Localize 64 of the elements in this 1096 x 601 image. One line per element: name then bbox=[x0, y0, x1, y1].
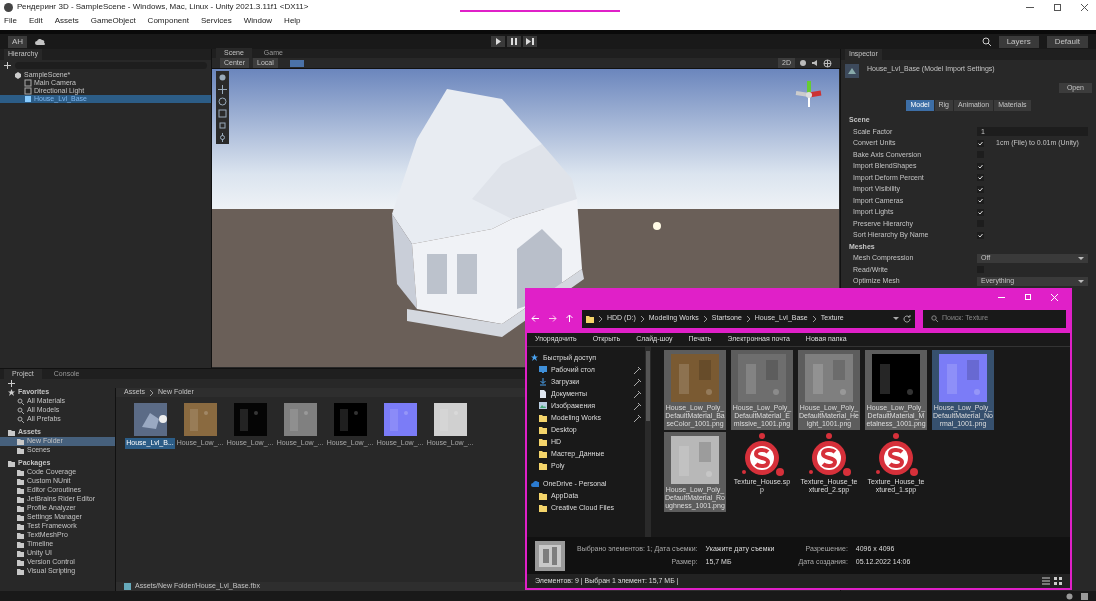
back-icon[interactable] bbox=[531, 314, 540, 323]
search-icon bbox=[17, 398, 24, 405]
cloud-icon[interactable] bbox=[35, 38, 47, 45]
image-icon bbox=[539, 402, 547, 410]
add-icon[interactable] bbox=[4, 61, 11, 69]
chevron-icon bbox=[639, 315, 645, 322]
rect-tool-icon[interactable] bbox=[218, 121, 227, 130]
chevron-icon bbox=[149, 389, 154, 396]
menu-item[interactable]: Help bbox=[284, 15, 301, 27]
menu-item[interactable]: Assets bbox=[54, 15, 79, 27]
checkbox[interactable] bbox=[977, 197, 984, 205]
checkbox[interactable] bbox=[977, 231, 984, 239]
chevron-icon bbox=[598, 315, 603, 322]
search-icon bbox=[17, 407, 24, 414]
window-title: Рендеринг 3D - SampleScene - Windows, Mac, Linux - Unity 2021.3.11f1 <DX11> bbox=[17, 1, 309, 13]
minimize-icon[interactable] bbox=[1026, 6, 1034, 8]
scrollbar-thumb[interactable] bbox=[646, 351, 650, 421]
menu-item[interactable]: Window bbox=[243, 15, 273, 27]
transform-tool-icon[interactable] bbox=[218, 133, 227, 142]
menu-item[interactable]: Edit bbox=[28, 15, 43, 27]
search-icon[interactable] bbox=[981, 37, 991, 46]
menu-item[interactable]: File bbox=[4, 15, 17, 27]
checkbox[interactable] bbox=[977, 174, 984, 182]
checkbox[interactable] bbox=[977, 208, 984, 216]
tiles-view-icon[interactable] bbox=[1054, 577, 1062, 585]
caret-icon bbox=[1078, 256, 1084, 260]
chevron-icon bbox=[702, 315, 708, 322]
caret-icon bbox=[1078, 279, 1084, 283]
checkbox[interactable] bbox=[977, 162, 984, 170]
caret-icon[interactable] bbox=[893, 317, 899, 320]
menu-item[interactable]: GameObject bbox=[90, 15, 136, 27]
checkbox[interactable] bbox=[977, 139, 984, 147]
cloud-icon bbox=[531, 480, 539, 488]
layers-dropdown[interactable]: Layers bbox=[998, 35, 1039, 48]
search-icon bbox=[931, 315, 938, 322]
minimize-icon[interactable] bbox=[998, 296, 1005, 298]
gizmos-icon[interactable] bbox=[823, 58, 832, 68]
close-icon[interactable] bbox=[1081, 3, 1088, 11]
step-icon[interactable] bbox=[522, 36, 537, 47]
download-icon bbox=[539, 378, 547, 386]
move-tool-icon[interactable] bbox=[218, 85, 227, 94]
monitor-icon bbox=[539, 366, 547, 374]
maximize-icon[interactable] bbox=[1054, 3, 1061, 11]
scale-tool-icon[interactable] bbox=[218, 109, 227, 118]
account-dropdown[interactable]: АН bbox=[8, 35, 28, 48]
folder-icon bbox=[586, 314, 594, 323]
document-icon bbox=[539, 390, 547, 398]
star-icon bbox=[8, 389, 15, 396]
star-icon bbox=[531, 354, 539, 362]
menu-item[interactable]: Services bbox=[200, 15, 232, 27]
up-icon[interactable] bbox=[565, 314, 574, 323]
checkbox[interactable] bbox=[977, 185, 984, 193]
play-icon[interactable] bbox=[490, 36, 505, 47]
pause-icon[interactable] bbox=[506, 36, 521, 47]
layout-dropdown[interactable]: Default bbox=[1046, 35, 1088, 48]
chevron-icon bbox=[811, 315, 817, 322]
forward-icon[interactable] bbox=[548, 314, 557, 323]
rotate-tool-icon[interactable] bbox=[218, 97, 227, 106]
chevron-icon bbox=[745, 315, 751, 322]
details-view-icon[interactable] bbox=[1042, 577, 1050, 585]
search-icon bbox=[17, 416, 24, 423]
add-icon[interactable] bbox=[8, 380, 15, 387]
refresh-icon[interactable] bbox=[903, 314, 911, 323]
menu-item[interactable]: Component bbox=[147, 15, 189, 27]
